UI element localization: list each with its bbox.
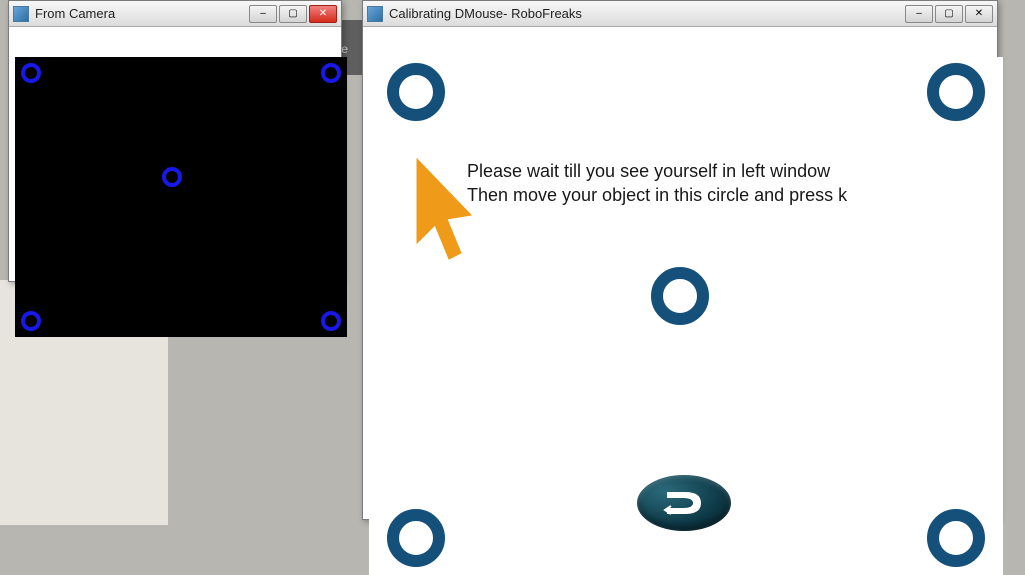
calib-ring-bottom-left-icon <box>21 311 41 331</box>
instruction-line-1: Please wait till you see yourself in lef… <box>467 159 847 183</box>
app-icon <box>13 6 29 22</box>
minimize-button[interactable]: – <box>249 5 277 23</box>
window-title: Calibrating DMouse- RoboFreaks <box>389 6 903 21</box>
close-button[interactable]: ✕ <box>965 5 993 23</box>
minimize-button[interactable]: – <box>905 5 933 23</box>
instruction-line-2: Then move your object in this circle and… <box>467 183 847 207</box>
calib-ring-top-left-icon <box>387 63 445 121</box>
close-button[interactable]: ✕ <box>309 5 337 23</box>
calibration-area: Please wait till you see yourself in lef… <box>369 57 1003 575</box>
maximize-button[interactable]: ▢ <box>279 5 307 23</box>
window-from-camera: From Camera – ▢ ✕ <box>8 0 342 282</box>
calib-ring-top-left-icon <box>21 63 41 83</box>
calib-ring-center-icon <box>162 167 182 187</box>
window-controls: – ▢ ✕ <box>247 5 337 23</box>
calib-ring-top-right-icon <box>927 63 985 121</box>
calib-ring-bottom-right-icon <box>321 311 341 331</box>
titlebar-calib[interactable]: Calibrating DMouse- RoboFreaks – ▢ ✕ <box>363 1 997 27</box>
calib-ring-bottom-right-icon <box>927 509 985 567</box>
calib-ring-top-right-icon <box>321 63 341 83</box>
camera-feed-area <box>15 57 347 337</box>
calib-ring-bottom-left-icon <box>387 509 445 567</box>
window-controls: – ▢ ✕ <box>903 5 993 23</box>
instruction-text: Please wait till you see yourself in lef… <box>467 159 847 208</box>
maximize-button[interactable]: ▢ <box>935 5 963 23</box>
dmouse-logo-icon <box>637 475 731 531</box>
window-calibrating-dmouse: Calibrating DMouse- RoboFreaks – ▢ ✕ Ple… <box>362 0 998 520</box>
calib-ring-center-icon <box>651 267 709 325</box>
titlebar-camera[interactable]: From Camera – ▢ ✕ <box>9 1 341 27</box>
window-title: From Camera <box>35 6 247 21</box>
app-icon <box>367 6 383 22</box>
